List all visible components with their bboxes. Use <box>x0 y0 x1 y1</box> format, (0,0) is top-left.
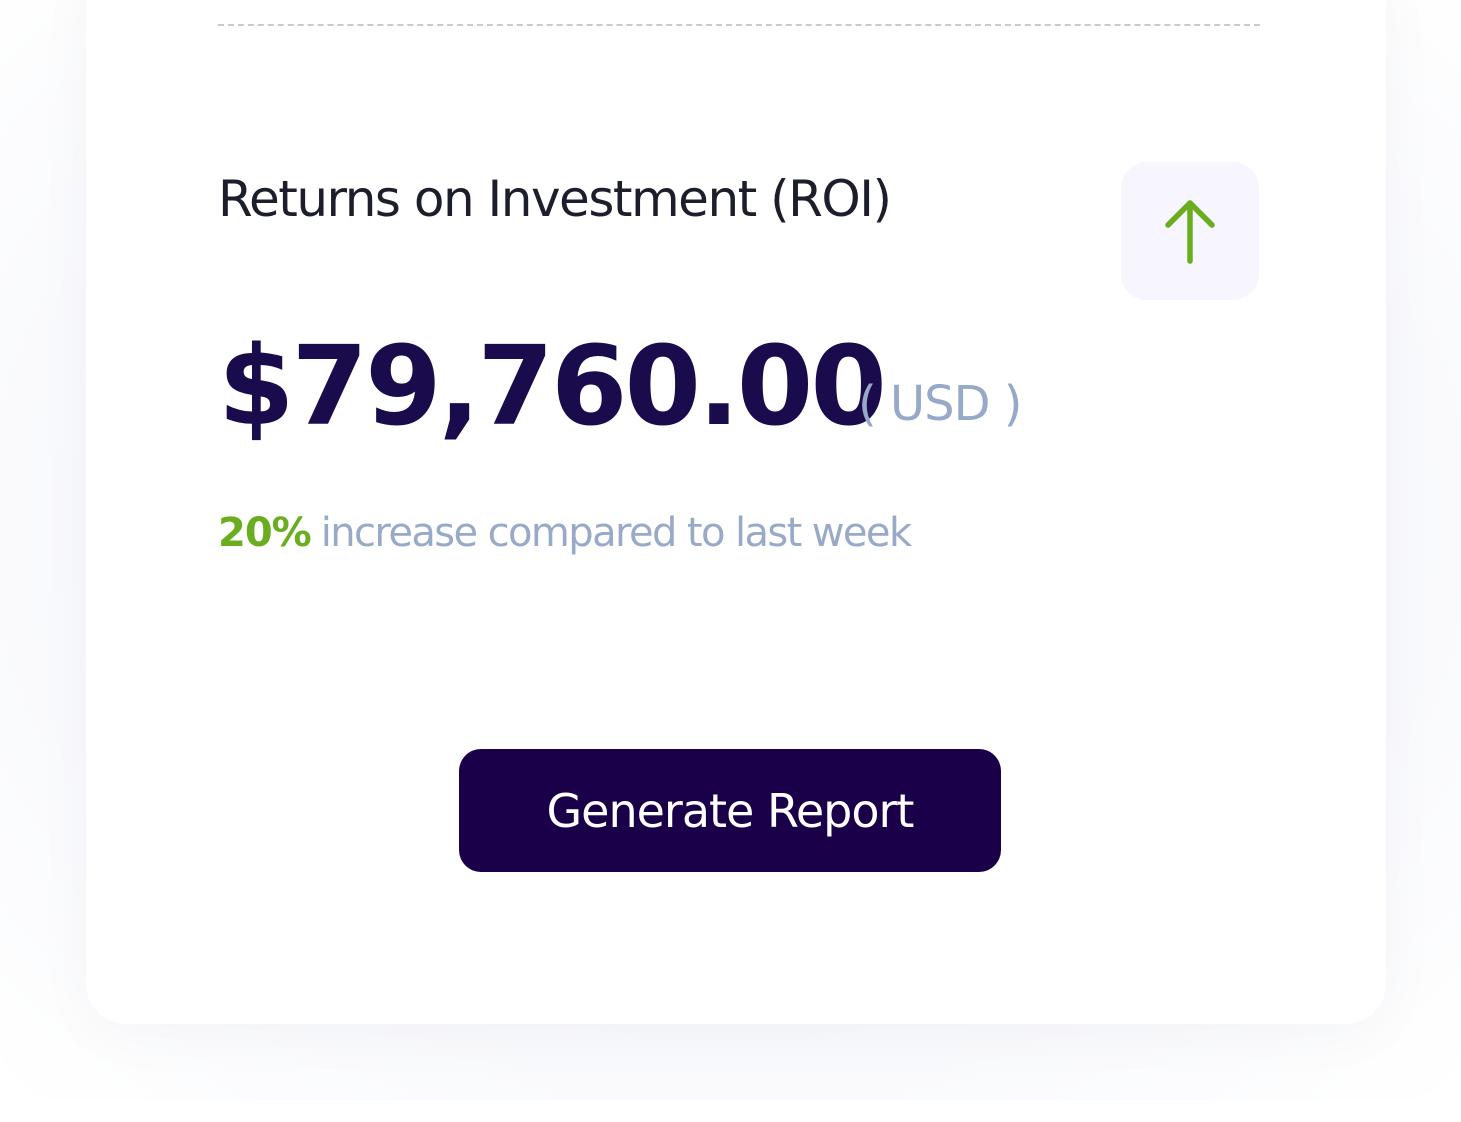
change-summary: 20% increase compared to last week <box>218 510 912 556</box>
page: Returns on Investment (ROI) $79,760.00 (… <box>0 0 1461 1122</box>
arrow-up-icon <box>1165 200 1215 264</box>
card-title: Returns on Investment (ROI) <box>218 170 892 228</box>
roi-amount: $79,760.00 <box>218 322 887 450</box>
change-description: increase compared to last week <box>320 510 912 556</box>
generate-report-button[interactable]: Generate Report <box>459 749 1001 872</box>
trend-icon-box <box>1121 162 1259 300</box>
change-percent: 20% <box>218 510 312 556</box>
dashed-divider <box>218 24 1260 26</box>
currency-label: ( USD ) <box>858 376 1023 432</box>
